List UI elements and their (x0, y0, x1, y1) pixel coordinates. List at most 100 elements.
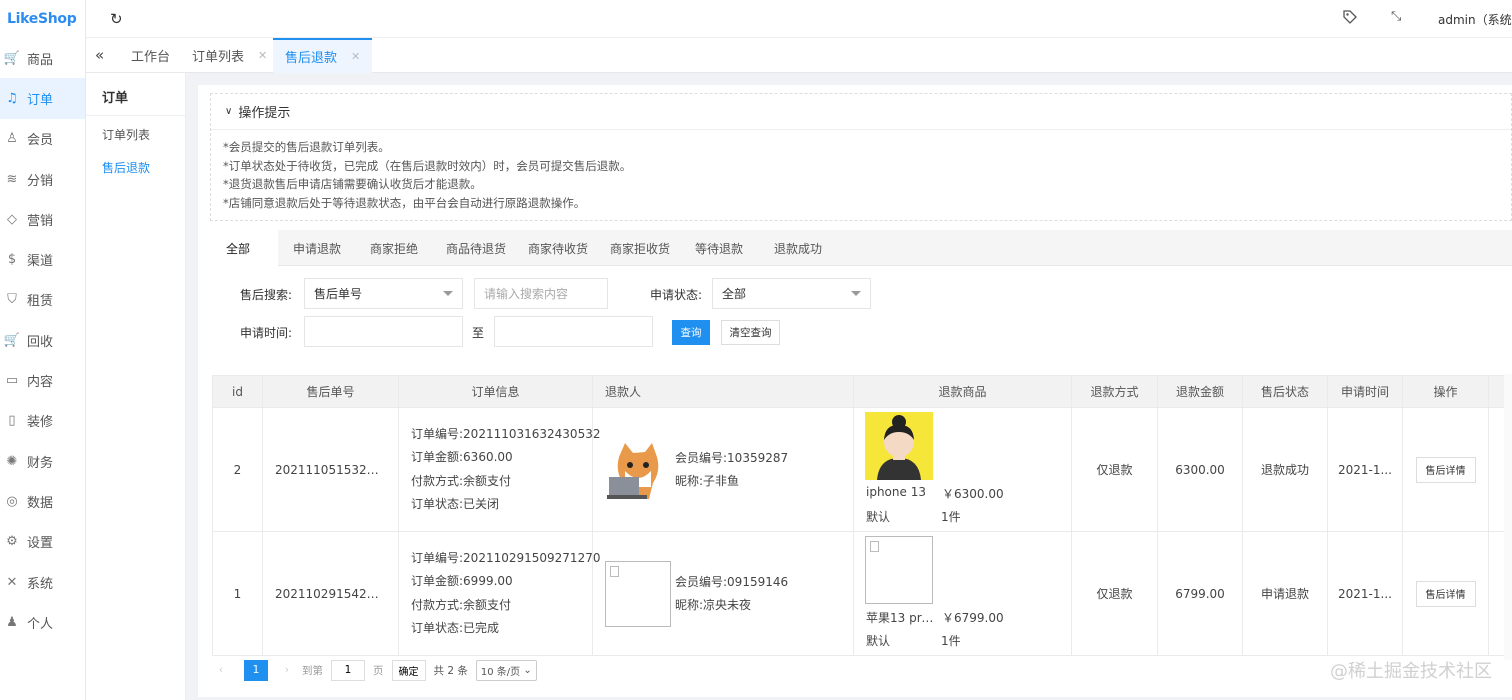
tab-aftersale-refund[interactable]: 售后退款 ✕ (273, 38, 373, 73)
tip-line: *订单状态处于待收货，已完成（在售后退款时效内）时，会员可提交售后退款。 (223, 158, 632, 173)
user-icon: ♙ (6, 131, 18, 147)
sidebar-item[interactable]: ✕ 系统 (0, 562, 85, 602)
sidebar-item[interactable]: ♫ 订单 (0, 78, 85, 119)
order-amount: 订单金额:6360.00 (411, 450, 513, 464)
main-sidebar: LikeShop 🛒 商品 ♫ 订单 ♙ 会员 ≋ 分销 ◇ 营销 $ 渠道 ⛉ 租赁 🛒 回收 ▭ 内容 ▯ 装修 ✺… (0, 0, 86, 700)
cell-status: 退款成功 (1242, 407, 1328, 532)
search-type-select[interactable]: 售后单号 (304, 278, 463, 309)
cell-status: 申请退款 (1242, 531, 1328, 656)
watermark: @稀土掘金技术社区 (1330, 661, 1492, 682)
sidebar-item[interactable]: ▭ 内容 (0, 360, 85, 400)
sidebar-item-label: 内容 (27, 375, 54, 391)
sidebar-item[interactable]: ◇ 营销 (0, 199, 85, 239)
status-tab-all[interactable]: 全部 (198, 230, 279, 267)
order-pay: 付款方式:余额支付 (411, 473, 512, 488)
divider (86, 115, 186, 116)
clear-query-button[interactable]: 清空查询 (721, 320, 780, 345)
tips-title: 操作提示 (238, 106, 291, 121)
cart-icon: 🛒 (3, 332, 21, 348)
sidebar-item-label: 营销 (27, 213, 54, 229)
user-menu[interactable]: admin（系统管 (1438, 11, 1512, 28)
page-confirm-button[interactable]: 确定 (391, 659, 426, 681)
tips-toggle[interactable]: ∨ 操作提示 (211, 94, 1511, 130)
start-date-input[interactable] (304, 316, 463, 347)
sidebar-item[interactable]: 🛒 回收 (0, 320, 85, 360)
monitor-icon: ▭ (5, 373, 19, 389)
sidebar-item[interactable]: ✺ 财务 (0, 441, 85, 481)
subnav-item-aftersale[interactable]: 售后退款 (102, 159, 150, 176)
sub-sidebar: 订单 订单列表 售后退款 (86, 73, 186, 700)
refund-table: id 售后单号 订单信息 退款人 退款商品 退款方式 退款金额 售后状态 申请时… (212, 375, 1512, 656)
member-nickname: 昵称:子非鱼 (675, 473, 740, 488)
sidebar-item[interactable]: ▯ 装修 (0, 401, 85, 441)
cell-id: 2 (212, 407, 263, 532)
sidebar-item[interactable]: ⚙ 设置 (0, 522, 85, 562)
tab-order-list[interactable]: 订单列表 ✕ (192, 38, 267, 73)
status-tab-apply[interactable]: 申请退款 (293, 230, 341, 266)
next-page-icon[interactable]: › (278, 664, 296, 676)
product-name: iphone 13 (866, 485, 926, 499)
end-date-input[interactable] (494, 316, 653, 347)
search-input[interactable] (474, 278, 608, 309)
cell-method: 仅退款 (1071, 531, 1158, 656)
fullscreen-icon[interactable]: ⤡ (1391, 9, 1401, 24)
sidebar-item-label: 装修 (27, 415, 54, 431)
cell-goods: iphone 13 ￥6300.00 默认 1件 (853, 407, 1072, 532)
avatar (605, 436, 671, 503)
sidebar-item-label: 商品 (27, 52, 54, 68)
status-tab-to-receive[interactable]: 商家待收货 (528, 230, 588, 266)
subnav-item-order-list[interactable]: 订单列表 (102, 126, 150, 143)
main-content: ∨ 操作提示 *会员提交的售后退款订单列表。 *订单状态处于待收货，已完成（在售… (198, 85, 1512, 697)
status-tab-success[interactable]: 退款成功 (774, 230, 822, 266)
app-logo: LikeShop (7, 11, 77, 27)
col-header: 退款方式 (1071, 375, 1158, 408)
product-name: 苹果13 pro ... (866, 611, 940, 625)
order-pay: 付款方式:余额支付 (411, 597, 512, 612)
status-tab-to-return[interactable]: 商品待退货 (446, 230, 506, 266)
product-price: ￥6799.00 (942, 611, 1004, 625)
collapse-icon[interactable]: « (95, 46, 104, 64)
prev-page-icon[interactable]: ‹ (212, 664, 230, 676)
sidebar-item[interactable]: ≋ 分销 (0, 159, 85, 199)
product-qty: 1件 (941, 634, 961, 648)
cell-time: 2021-1... (1327, 531, 1403, 656)
tag-icon[interactable] (1343, 10, 1357, 27)
status-tab-wait-refund[interactable]: 等待退款 (695, 230, 743, 266)
status-label: 申请状态: (650, 288, 703, 302)
aftersale-detail-button[interactable]: 售后详情 (1415, 580, 1476, 607)
sidebar-item-label: 设置 (27, 536, 54, 552)
cell-sn: 202111051532565... (262, 407, 399, 532)
page-jump-input[interactable] (331, 659, 365, 681)
tab-label: 工作台 (131, 50, 171, 65)
table-header-row: id 售后单号 订单信息 退款人 退款商品 退款方式 退款金额 售后状态 申请时… (212, 375, 1512, 408)
status-select[interactable]: 全部 (712, 278, 871, 309)
scrollbar[interactable] (1504, 374, 1512, 660)
person-icon: ♟ (6, 614, 18, 630)
product-qty: 1件 (941, 510, 961, 524)
aftersale-detail-button[interactable]: 售后详情 (1415, 456, 1476, 483)
page-current[interactable]: 1 (244, 659, 268, 681)
sidebar-item[interactable]: ♙ 会员 (0, 119, 85, 159)
cell-refunder: 会员编号:10359287 昵称:子非鱼 (592, 407, 854, 532)
order-status: 订单状态:已完成 (411, 621, 500, 635)
status-value: 全部 (722, 287, 747, 301)
status-tab-refused-receive[interactable]: 商家拒收货 (610, 230, 670, 266)
sidebar-item[interactable]: 🛒 商品 (0, 38, 85, 78)
close-icon[interactable]: ✕ (351, 50, 360, 63)
tab-workbench[interactable]: 工作台 (131, 38, 170, 73)
page-size-select[interactable]: 10 条/页 ⌄ (475, 659, 537, 681)
product-image (865, 412, 933, 480)
query-button[interactable]: 查询 (672, 320, 710, 345)
member-sn: 会员编号:10359287 (675, 450, 789, 465)
cell-action: 售后详情 (1402, 531, 1489, 656)
sidebar-item[interactable]: ♟ 个人 (0, 602, 85, 642)
close-icon[interactable]: ✕ (258, 49, 267, 62)
sidebar-item[interactable]: ◎ 数据 (0, 481, 85, 521)
status-tab-rejected[interactable]: 商家拒绝 (370, 230, 418, 266)
product-image-placeholder (865, 536, 933, 604)
sidebar-item[interactable]: $ 渠道 (0, 239, 85, 279)
refresh-icon[interactable]: ↻ (110, 10, 123, 28)
chevron-down-icon: ⌄ (523, 664, 532, 676)
top-header: ↻ ⤡ admin（系统管 (86, 0, 1512, 38)
sidebar-item[interactable]: ⛉ 租赁 (0, 280, 85, 320)
